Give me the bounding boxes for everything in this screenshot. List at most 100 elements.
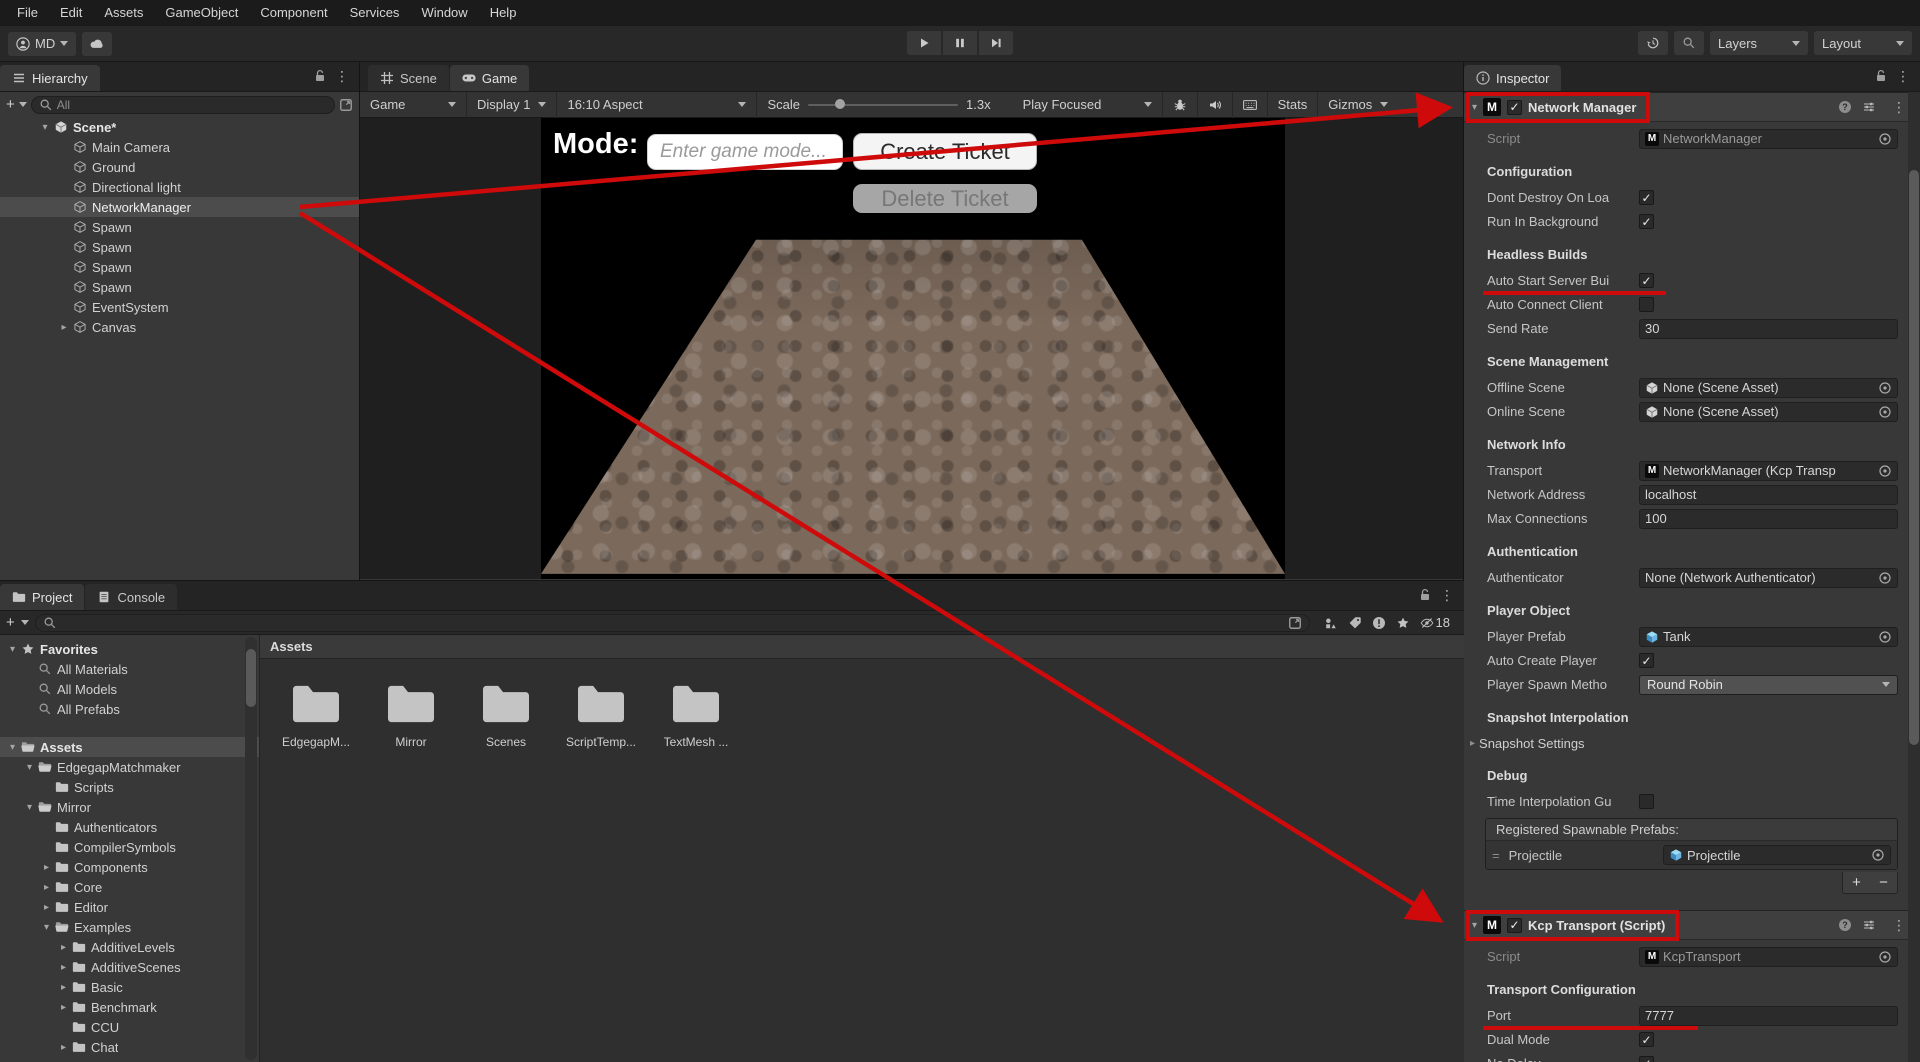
- tree-row-chat[interactable]: ▸Chat: [0, 1037, 259, 1057]
- debug-button[interactable]: [1163, 92, 1198, 118]
- tree-row-all-prefabs[interactable]: All Prefabs: [0, 699, 259, 719]
- lock-icon[interactable]: [313, 69, 327, 83]
- checkbox[interactable]: [1639, 297, 1654, 312]
- gizmos-dropdown[interactable]: Gizmos: [1318, 92, 1398, 118]
- play-focused-dropdown[interactable]: Play Focused: [1013, 92, 1163, 118]
- tree-row-eventsystem[interactable]: EventSystem: [0, 297, 359, 317]
- add-button[interactable]: +: [1843, 872, 1870, 893]
- pause-button[interactable]: [943, 31, 977, 55]
- foldout-snapshot-settings[interactable]: ▸Snapshot Settings: [1470, 733, 1898, 753]
- add-asset-button[interactable]: +: [6, 615, 15, 630]
- favorites-star-icon[interactable]: [1396, 616, 1410, 630]
- project-tree-scrollbar[interactable]: [245, 637, 257, 1060]
- tree-row-additivelevels[interactable]: ▸AdditiveLevels: [0, 937, 259, 957]
- mute-audio-button[interactable]: [1198, 92, 1233, 118]
- tab-inspector[interactable]: Inspector: [1464, 65, 1561, 91]
- game-display-mode-dropdown[interactable]: Game: [360, 92, 467, 118]
- object-field[interactable]: MNetworkManager (Kcp Transp: [1639, 461, 1898, 481]
- dropdown-field[interactable]: Round Robin: [1639, 675, 1898, 695]
- checkbox[interactable]: ✓: [1639, 1032, 1654, 1047]
- play-button[interactable]: [907, 31, 941, 55]
- tree-row-common[interactable]: Common: [0, 1057, 259, 1062]
- tree-row-mirror[interactable]: ▾Mirror: [0, 797, 259, 817]
- hierarchy-search-input[interactable]: All: [31, 96, 335, 114]
- chevron-down-icon[interactable]: [21, 620, 29, 625]
- tab-game[interactable]: Game: [450, 65, 529, 91]
- foldout-open-icon[interactable]: ▾: [40, 922, 53, 933]
- tree-row-examples[interactable]: ▾Examples: [0, 917, 259, 937]
- tree-row-ccu[interactable]: CCU: [0, 1017, 259, 1037]
- foldout-closed-icon[interactable]: ▸: [40, 882, 53, 893]
- foldout-closed-icon[interactable]: ▸: [57, 942, 70, 953]
- tree-row-scripts[interactable]: Scripts: [0, 777, 259, 797]
- asset-folder-scenes[interactable]: Scenes: [466, 681, 546, 749]
- chevron-down-icon[interactable]: [19, 102, 27, 107]
- scene-picker-icon[interactable]: [339, 98, 353, 112]
- aspect-ratio-dropdown[interactable]: 16:10 Aspect: [557, 92, 757, 118]
- tab-scene[interactable]: Scene: [368, 65, 449, 91]
- tree-row-edgegapmatchmaker[interactable]: ▾EdgegapMatchmaker: [0, 757, 259, 777]
- filter-by-type-icon[interactable]: [1324, 616, 1338, 630]
- checkbox[interactable]: ✓: [1639, 214, 1654, 229]
- label-tag-icon[interactable]: [1348, 616, 1362, 630]
- add-gameobject-button[interactable]: +: [6, 97, 15, 112]
- device-simulator-button[interactable]: [1233, 92, 1268, 118]
- foldout-open-icon[interactable]: ▾: [23, 762, 36, 773]
- foldout-closed-icon[interactable]: ▸: [57, 1002, 70, 1013]
- tree-row-spawn[interactable]: Spawn: [0, 217, 359, 237]
- project-search-input[interactable]: [35, 614, 1310, 632]
- menu-window[interactable]: Window: [410, 0, 478, 26]
- tree-row-all-materials[interactable]: All Materials: [0, 659, 259, 679]
- object-field[interactable]: MKcpTransport: [1639, 947, 1898, 967]
- cloud-button[interactable]: [82, 32, 112, 56]
- menu-gameobject[interactable]: GameObject: [154, 0, 249, 26]
- tree-row-favorites[interactable]: ▾Favorites: [0, 639, 259, 659]
- search-button[interactable]: [1674, 31, 1704, 55]
- tab-project[interactable]: Project: [0, 584, 84, 610]
- text-field[interactable]: 100: [1639, 509, 1898, 529]
- checkbox[interactable]: ✓: [1639, 273, 1654, 288]
- inspector-scrollbar[interactable]: [1908, 92, 1920, 1062]
- asset-folder-scripttemp-[interactable]: ScriptTemp...: [561, 681, 641, 749]
- kebab-menu-icon[interactable]: ⋮: [1890, 68, 1916, 85]
- tree-row-benchmark[interactable]: ▸Benchmark: [0, 997, 259, 1017]
- checkbox[interactable]: ✓: [1639, 190, 1654, 205]
- checkbox[interactable]: ✓: [1507, 100, 1522, 115]
- menu-help[interactable]: Help: [479, 0, 528, 26]
- object-field[interactable]: Projectile: [1663, 845, 1891, 865]
- checkbox[interactable]: ✓: [1639, 653, 1654, 668]
- stats-button[interactable]: Stats: [1268, 92, 1319, 118]
- foldout-closed-icon[interactable]: ▸: [40, 862, 53, 873]
- foldout-closed-icon[interactable]: ▸: [57, 1042, 70, 1053]
- tree-row-scene-[interactable]: ▾Scene*: [0, 117, 359, 137]
- display-dropdown[interactable]: Display 1: [467, 92, 557, 118]
- lock-icon[interactable]: [1874, 69, 1888, 83]
- foldout-closed-icon[interactable]: ▸: [57, 982, 70, 993]
- alert-icon[interactable]: [1372, 616, 1386, 630]
- asset-folder-textmesh-[interactable]: TextMesh ...: [656, 681, 736, 749]
- tree-row-basic[interactable]: ▸Basic: [0, 977, 259, 997]
- kebab-menu-icon[interactable]: ⋮: [1434, 587, 1460, 604]
- open-search-window-icon[interactable]: [1288, 616, 1302, 630]
- foldout-closed-icon[interactable]: ▸: [40, 902, 53, 913]
- tree-row-all-models[interactable]: All Models: [0, 679, 259, 699]
- object-field[interactable]: Tank: [1639, 627, 1898, 647]
- asset-folder-mirror[interactable]: Mirror: [371, 681, 451, 749]
- menu-file[interactable]: File: [6, 0, 49, 26]
- object-field[interactable]: None (Network Authenticator): [1639, 568, 1898, 588]
- foldout-closed-icon[interactable]: ▸: [57, 962, 70, 973]
- foldout-open-icon[interactable]: ▾: [6, 644, 19, 655]
- text-field[interactable]: localhost: [1639, 485, 1898, 505]
- scale-slider[interactable]: [808, 104, 958, 106]
- foldout-open-icon[interactable]: ▾: [6, 742, 19, 753]
- object-field[interactable]: None (Scene Asset): [1639, 402, 1898, 422]
- game-mode-input[interactable]: [647, 134, 843, 170]
- tree-row-compilersymbols[interactable]: CompilerSymbols: [0, 837, 259, 857]
- foldout-open-icon[interactable]: ▾: [38, 122, 52, 133]
- drag-handle[interactable]: =: [1492, 848, 1501, 863]
- account-button[interactable]: MD: [8, 32, 76, 56]
- checkbox[interactable]: ✓: [1639, 1056, 1654, 1062]
- kebab-menu-icon[interactable]: ⋮: [329, 68, 355, 85]
- tree-row-components[interactable]: ▸Components: [0, 857, 259, 877]
- lock-icon[interactable]: [1418, 588, 1432, 602]
